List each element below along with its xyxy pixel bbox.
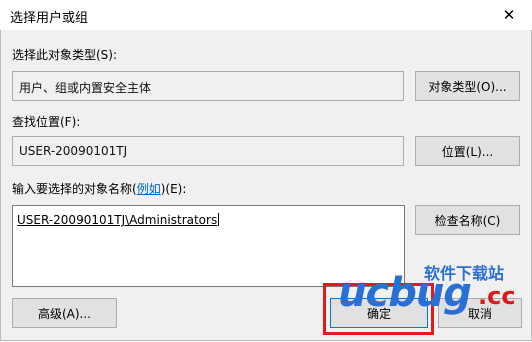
location-field: USER-20090101TJ: [12, 136, 404, 166]
object-names-label-prefix: 输入要选择的对象名称(: [12, 182, 137, 196]
object-type-label: 选择此对象类型(S):: [12, 48, 118, 62]
locations-button[interactable]: 位置(L)...: [415, 136, 520, 166]
object-type-field: 用户、组或内置安全主体: [12, 71, 404, 101]
watermark-suffix: .cc: [478, 282, 516, 310]
examples-link[interactable]: 例如: [137, 182, 161, 196]
title-bar: 选择用户或组 ✕: [0, 0, 532, 30]
object-names-value: USER-20090101TJ\Administrators: [17, 213, 218, 227]
advanced-button[interactable]: 高级(A)...: [12, 298, 117, 328]
object-types-button[interactable]: 对象类型(O)...: [415, 71, 520, 101]
object-names-label: 输入要选择的对象名称(例如)(E):: [12, 180, 186, 197]
watermark-logo: 软件下载站 ucbug .cc: [338, 260, 530, 340]
object-names-label-suffix: )(E):: [160, 182, 187, 196]
close-icon[interactable]: ✕: [486, 0, 532, 30]
watermark-brand: ucbug: [338, 270, 472, 316]
check-names-button[interactable]: 检查名称(C): [415, 205, 520, 235]
location-label: 查找位置(F):: [12, 115, 81, 129]
window-title: 选择用户或组: [10, 11, 89, 26]
text-caret: [218, 213, 220, 226]
